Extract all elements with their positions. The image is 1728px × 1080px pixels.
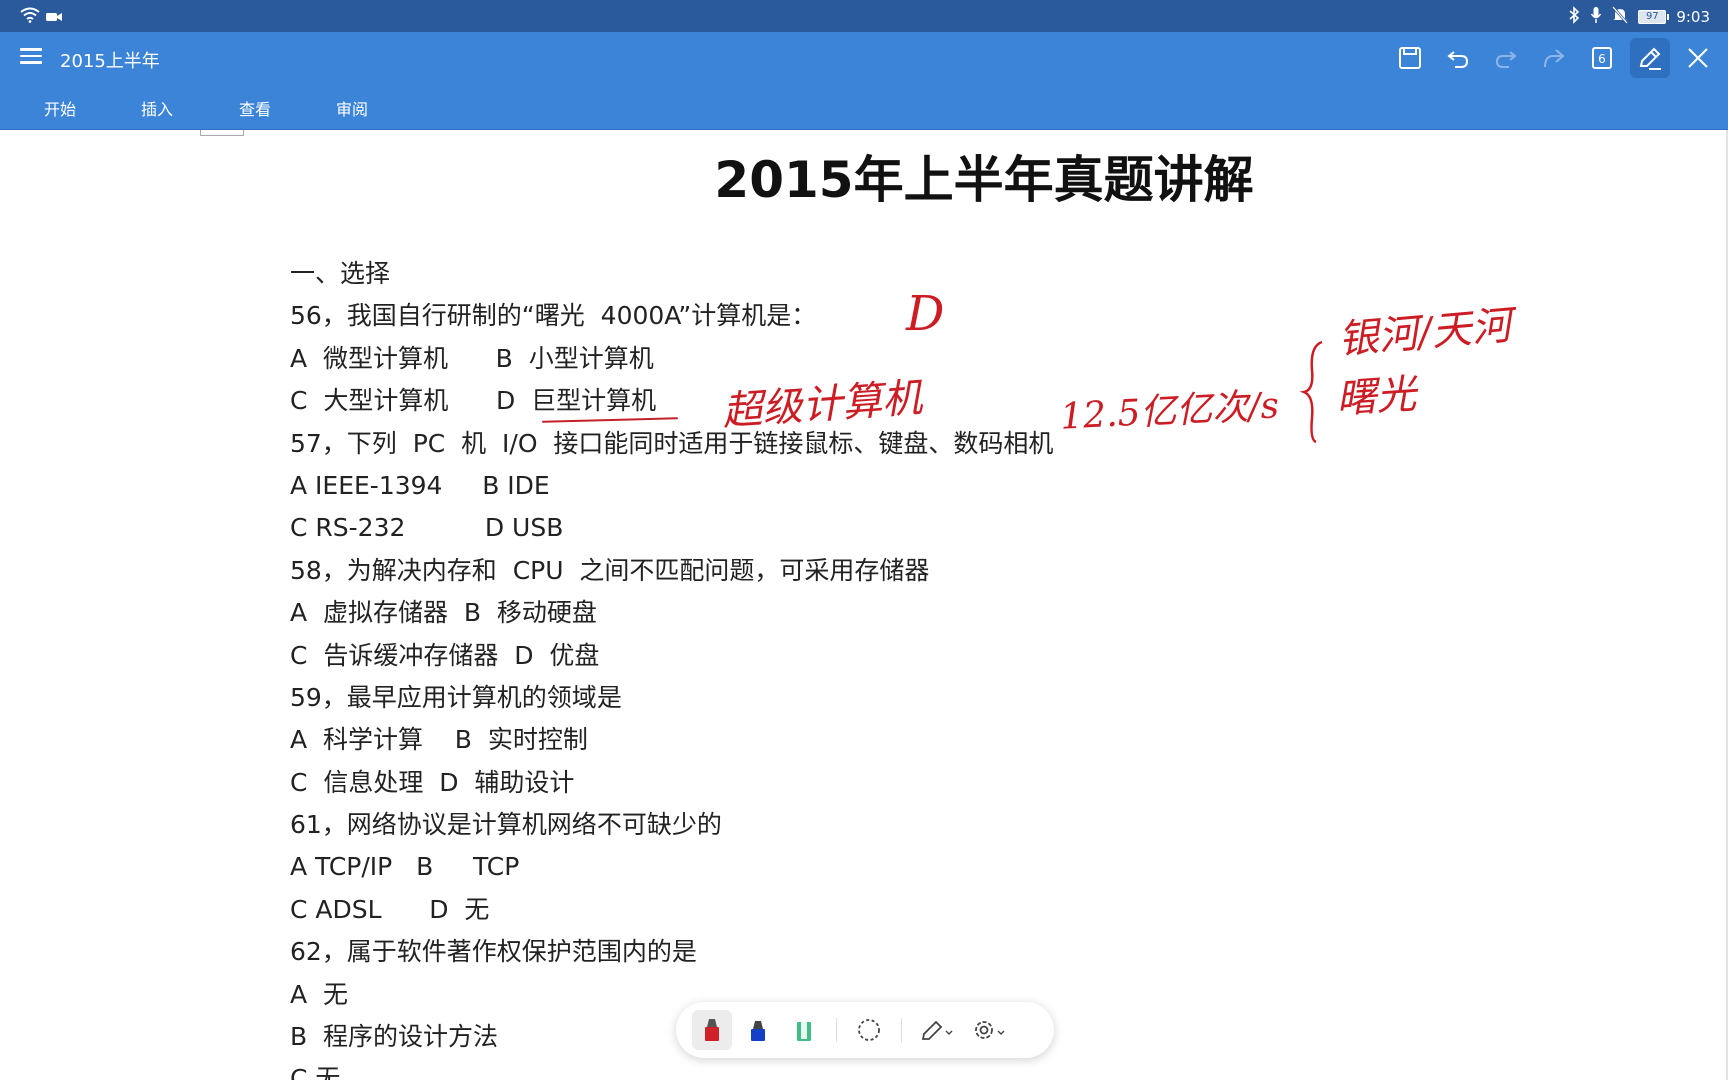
tab-home[interactable]: 开始 — [44, 96, 76, 120]
red-pen-icon[interactable] — [692, 1010, 732, 1050]
ink-note-list-2: 曙光 — [1334, 371, 1418, 423]
doc-line: 61，网络协议是计算机网络不可缺少的 — [290, 810, 722, 840]
blue-pen-icon[interactable] — [738, 1010, 778, 1050]
page-count: 6 — [1598, 52, 1606, 66]
document-body[interactable]: 一、选择 56，我国自行研制的“曙光 4000A”计算机是： A 微型计算机 B… — [290, 253, 1053, 1080]
toolbar-separator — [836, 1018, 837, 1042]
doc-line: 62，属于软件著作权保护范围内的是 — [290, 937, 697, 967]
pen-toolbar — [676, 1002, 1054, 1058]
tab-insert[interactable]: 插入 — [141, 96, 173, 120]
camera-icon — [46, 8, 62, 27]
undo-icon[interactable] — [1438, 38, 1478, 78]
doc-line: 58，为解决内存和 CPU 之间不匹配问题，可采用存储器 — [290, 555, 930, 585]
doc-line: A IEEE-1394 B IDE — [290, 470, 550, 500]
bluetooth-icon — [1568, 6, 1580, 28]
doc-line: 59，最早应用计算机的领域是 — [290, 682, 622, 712]
ribbon-tabs: 开始 插入 查看 审阅 — [0, 84, 1728, 130]
doc-line: C 无 — [290, 1064, 341, 1080]
menu-icon[interactable] — [20, 44, 48, 72]
document-title: 2015上半年 — [60, 51, 160, 72]
share-icon[interactable] — [1534, 38, 1574, 78]
doc-line: A 微型计算机 B 小型计算机 — [290, 343, 654, 373]
mic-icon — [1590, 6, 1602, 28]
clock: 9:03 — [1676, 8, 1710, 26]
doc-line: C 大型计算机 D 巨型计算机 — [290, 386, 657, 416]
doc-line: A TCP/IP B TCP — [290, 852, 520, 882]
pen-mode-icon[interactable] — [1630, 38, 1670, 78]
bell-off-icon — [1612, 6, 1629, 28]
document-heading: 2015年上半年真题讲解 — [714, 151, 1254, 209]
lasso-icon[interactable] — [849, 1010, 889, 1050]
status-bar: 97 9:03 — [0, 0, 1728, 32]
redo-icon[interactable] — [1486, 38, 1526, 78]
ink-note-list-1: 银河/天河 — [1336, 302, 1514, 364]
save-icon[interactable] — [1390, 38, 1430, 78]
doc-line: C ADSL D 无 — [290, 894, 490, 924]
wifi-icon — [20, 7, 40, 27]
title-bar: 2015上半年 6 — [0, 32, 1728, 84]
close-icon[interactable] — [1678, 38, 1718, 78]
battery-icon: 97 — [1638, 10, 1670, 24]
margin-marker — [200, 130, 244, 136]
doc-line: C RS-232 D USB — [290, 513, 564, 543]
pen-style-icon[interactable] — [914, 1010, 960, 1050]
doc-line: C 信息处理 D 辅助设计 — [290, 767, 575, 797]
tab-view[interactable]: 查看 — [239, 96, 271, 120]
doc-line: A 虚拟存储器 B 移动硬盘 — [290, 598, 597, 628]
doc-line: A 科学计算 B 实时控制 — [290, 725, 588, 755]
ink-brace — [1300, 340, 1323, 444]
doc-line: C 告诉缓冲存储器 D 优盘 — [290, 640, 600, 670]
doc-line: 57，下列 PC 机 I/O 接口能同时适用于链接鼠标、键盘、数码相机 — [290, 428, 1054, 458]
ink-note-speed: 12.5亿亿次/s — [1059, 385, 1280, 438]
highlighter-icon[interactable] — [784, 1010, 824, 1050]
settings-icon[interactable] — [966, 1010, 1012, 1050]
tab-review[interactable]: 审阅 — [336, 96, 368, 120]
ink-answer: D — [906, 286, 945, 342]
toolbar-separator — [901, 1018, 902, 1042]
page-count-icon[interactable]: 6 — [1582, 38, 1622, 78]
